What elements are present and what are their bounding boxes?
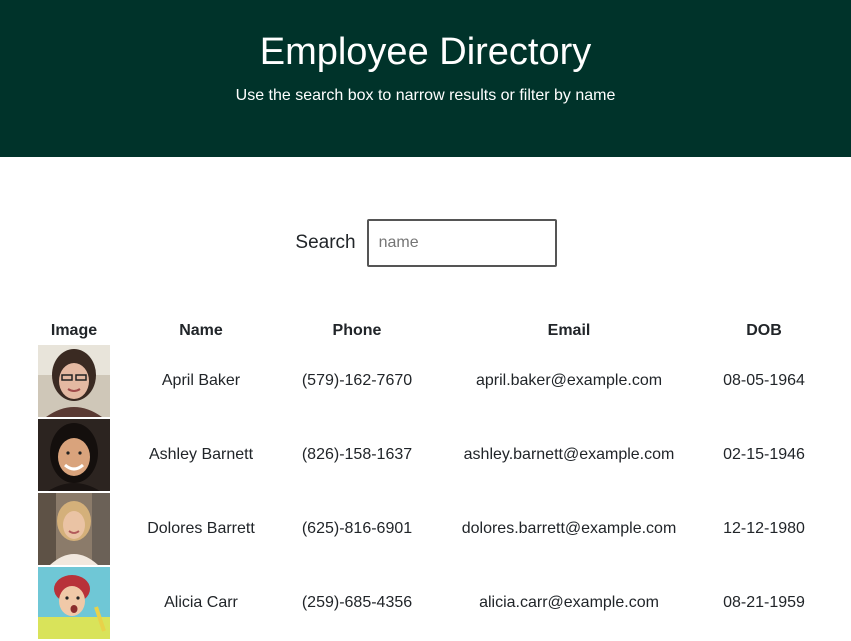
- avatar: [38, 345, 110, 417]
- column-header-email[interactable]: Email: [424, 318, 714, 344]
- avatar: [38, 493, 110, 565]
- employee-name: Dolores Barrett: [147, 520, 255, 537]
- employee-name: Alicia Carr: [164, 594, 238, 611]
- employee-email: alicia.carr@example.com: [479, 594, 659, 611]
- column-header-name[interactable]: Name: [112, 318, 290, 344]
- table-row: Ashley Barnett (826)-158-1637 ashley.bar…: [36, 418, 814, 492]
- column-header-phone[interactable]: Phone: [290, 318, 424, 344]
- search-bar: Search: [0, 219, 851, 267]
- search-label: Search: [295, 232, 356, 253]
- employee-name: April Baker: [161, 372, 241, 389]
- employee-dob: 08-05-1964: [723, 372, 805, 389]
- table-header-row: Image Name Phone Email DOB: [36, 318, 814, 344]
- avatar-cell: [36, 418, 112, 492]
- employee-phone: (579)-162-7670: [301, 372, 413, 389]
- page-subtitle: Use the search box to narrow results or …: [235, 87, 616, 104]
- employee-name: Ashley Barnett: [148, 446, 254, 463]
- column-header-image[interactable]: Image: [36, 318, 112, 344]
- avatar-cell: [36, 492, 112, 566]
- employee-phone: (826)-158-1637: [301, 446, 413, 463]
- table-row: Alicia Carr (259)-685-4356 alicia.carr@e…: [36, 566, 814, 640]
- employee-dob: 08-21-1959: [723, 594, 805, 611]
- table-row: Dolores Barrett (625)-816-6901 dolores.b…: [36, 492, 814, 566]
- employee-phone: (259)-685-4356: [301, 594, 413, 611]
- avatar: [38, 567, 110, 639]
- column-header-dob[interactable]: DOB: [714, 318, 814, 344]
- employee-email: april.baker@example.com: [475, 372, 663, 389]
- avatar: [38, 419, 110, 491]
- employee-email: dolores.barrett@example.com: [461, 520, 677, 537]
- avatar-cell: [36, 566, 112, 640]
- employee-dob: 02-15-1946: [723, 446, 805, 463]
- employee-table: Image Name Phone Email DOB April Baker (…: [36, 318, 814, 640]
- page-header: Employee Directory Use the search box to…: [0, 0, 851, 157]
- employee-dob: 12-12-1980: [723, 520, 805, 537]
- search-input[interactable]: [366, 219, 557, 267]
- table-row: April Baker (579)-162-7670 april.baker@e…: [36, 344, 814, 418]
- avatar-cell: [36, 344, 112, 418]
- page-title: Employee Directory: [259, 31, 592, 73]
- employee-email: ashley.barnett@example.com: [463, 446, 675, 463]
- employee-phone: (625)-816-6901: [301, 520, 413, 537]
